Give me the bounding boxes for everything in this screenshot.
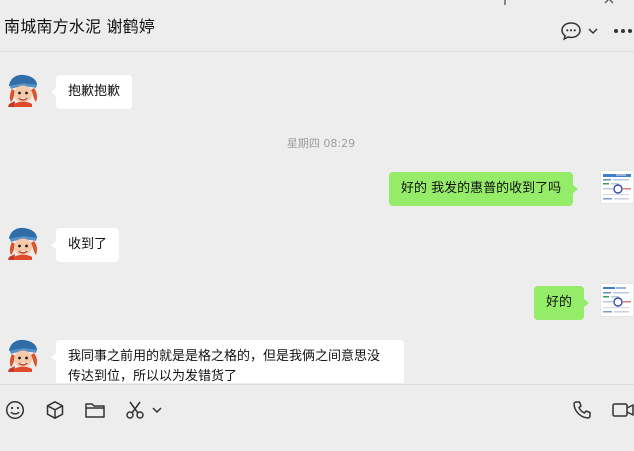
chat-title: 南城南方水泥 谢鹤婷 xyxy=(4,17,156,36)
message-bubble-incoming[interactable]: 我同事之前用的就是是格之格的，但是我俩之间意思没传达到位，所以以为发错货了 xyxy=(51,340,404,383)
more-icon[interactable] xyxy=(612,24,634,38)
message-list[interactable]: 抱歉抱歉 星期四 08:29 好的 我发的惠普的收到了吗 收到了 好的 我同事之… xyxy=(0,53,634,383)
minimize-icon[interactable] xyxy=(558,0,572,6)
emoji-icon[interactable] xyxy=(4,399,26,421)
chat-header: 南城南方水泥 谢鹤婷 xyxy=(0,0,634,52)
contact-avatar[interactable] xyxy=(6,338,40,372)
phone-icon[interactable] xyxy=(571,399,593,421)
chat-bubble-icon[interactable] xyxy=(559,20,583,42)
input-toolbar xyxy=(0,384,634,451)
folder-icon[interactable] xyxy=(84,399,106,421)
user-avatar[interactable] xyxy=(600,283,634,317)
chevron-down-icon[interactable] xyxy=(150,399,164,421)
contact-avatar[interactable] xyxy=(6,226,40,260)
close-icon[interactable] xyxy=(602,0,616,6)
message-bubble-outgoing[interactable]: 好的 xyxy=(534,286,590,320)
chevron-down-icon[interactable] xyxy=(587,25,599,37)
pin-icon[interactable] xyxy=(498,0,512,6)
scissors-icon[interactable] xyxy=(124,399,146,421)
message-bubble-incoming[interactable]: 抱歉抱歉 xyxy=(50,75,133,109)
message-bubble-incoming[interactable]: 收到了 xyxy=(50,228,120,262)
contact-avatar[interactable] xyxy=(6,73,40,107)
user-avatar[interactable] xyxy=(600,170,634,204)
message-timestamp: 星期四 08:29 xyxy=(286,137,356,150)
package-icon[interactable] xyxy=(44,399,66,421)
message-bubble-outgoing[interactable]: 好的 我发的惠普的收到了吗 xyxy=(389,172,579,206)
video-call-icon[interactable] xyxy=(611,399,634,421)
